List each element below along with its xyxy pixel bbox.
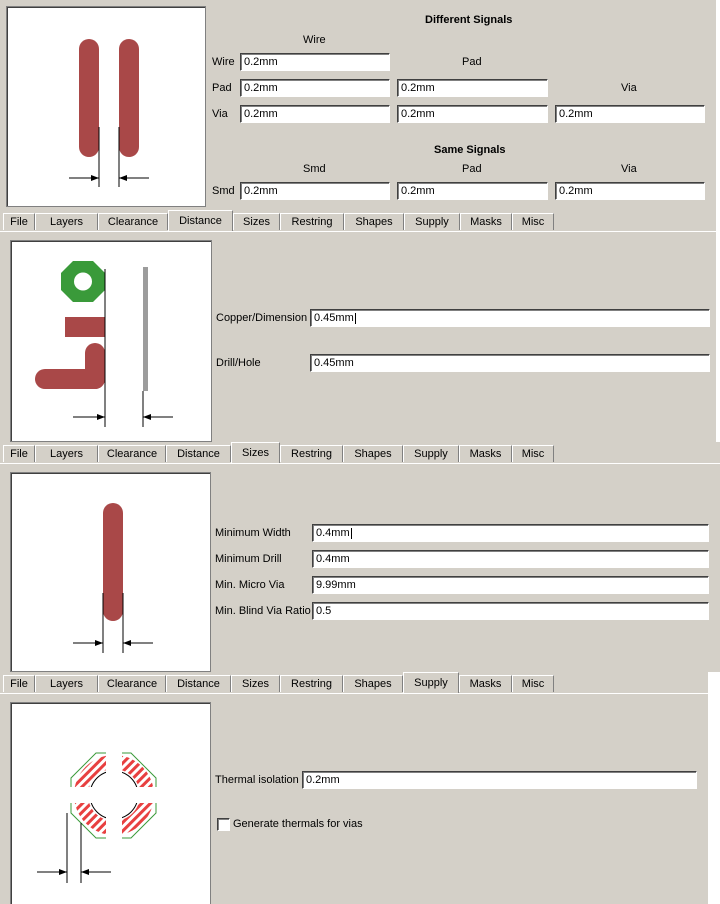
text-caret: [350, 527, 352, 539]
tab-bar-sizes: File Layers Clearance Distance Sizes Res…: [0, 442, 720, 464]
distance-preview: [10, 240, 212, 442]
tab-masks[interactable]: Masks: [459, 675, 512, 692]
copper-dimension-field[interactable]: 0.45mm: [310, 309, 710, 327]
thermal-isolation-label: Thermal isolation: [215, 774, 299, 786]
same-signals-title: Same Signals: [434, 144, 506, 156]
tab-layers[interactable]: Layers: [35, 675, 98, 692]
tab-supply[interactable]: Supply: [403, 445, 459, 462]
tab-file[interactable]: File: [3, 213, 35, 230]
minimum-drill-label: Minimum Drill: [215, 553, 282, 565]
min-micro-via-field[interactable]: 9.99mm: [312, 576, 709, 594]
tab-misc[interactable]: Misc: [512, 675, 554, 692]
tab-distance[interactable]: Distance: [166, 445, 231, 462]
minimum-drill-field[interactable]: 0.4mm: [312, 550, 709, 568]
tab-bar-distance: File Layers Clearance Distance Sizes Res…: [0, 210, 716, 232]
supply-preview: [10, 702, 211, 904]
distance-illustration: [35, 261, 173, 427]
wire-track-left: [79, 39, 99, 157]
wire-track-right: [119, 39, 139, 157]
tab-supply[interactable]: Supply: [403, 672, 459, 693]
minimum-width-value: 0.4mm: [316, 527, 350, 539]
clearance-panel: Different Signals Wire Pad Via Wire 0.2m…: [0, 0, 716, 210]
different-signals-title: Different Signals: [425, 14, 513, 26]
same-col-pad-header: Pad: [462, 163, 482, 175]
tab-shapes[interactable]: Shapes: [344, 213, 404, 230]
tab-restring[interactable]: Restring: [280, 675, 343, 692]
tab-sizes[interactable]: Sizes: [231, 442, 280, 463]
same-col-smd-header: Smd: [303, 163, 326, 175]
tab-clearance[interactable]: Clearance: [98, 675, 166, 692]
tab-distance[interactable]: Distance: [166, 675, 231, 692]
generate-thermals-checkbox[interactable]: [217, 818, 230, 831]
track-horizontal: [35, 369, 105, 389]
minimum-width-label: Minimum Width: [215, 527, 291, 539]
pad-pad-field[interactable]: 0.2mm: [397, 79, 548, 97]
row-via-label: Via: [212, 108, 228, 120]
same-col-via-header: Via: [621, 163, 637, 175]
tab-file[interactable]: File: [3, 445, 35, 462]
text-caret: [354, 312, 356, 324]
copper-dimension-value: 0.45mm: [314, 312, 354, 324]
row-smd-label: Smd: [212, 185, 235, 197]
min-blind-via-ratio-field[interactable]: 0.5: [312, 602, 709, 620]
col-via-header: Via: [621, 82, 637, 94]
tab-clearance[interactable]: Clearance: [98, 445, 166, 462]
wire-wire-field[interactable]: 0.2mm: [240, 53, 390, 71]
sizes-panel: Minimum Width 0.4mm Minimum Drill 0.4mm …: [0, 464, 720, 672]
min-width-track: [103, 503, 123, 621]
tab-supply[interactable]: Supply: [404, 213, 460, 230]
tab-sizes[interactable]: Sizes: [231, 675, 280, 692]
tab-shapes[interactable]: Shapes: [343, 675, 403, 692]
col-pad-header: Pad: [462, 56, 482, 68]
dimension-line: [143, 267, 148, 391]
tab-masks[interactable]: Masks: [459, 445, 512, 462]
tab-layers[interactable]: Layers: [35, 445, 98, 462]
drill-hole-label: Drill/Hole: [216, 357, 261, 369]
via-pad-field[interactable]: 0.2mm: [397, 105, 548, 123]
copper-dimension-label: Copper/Dimension: [216, 312, 308, 324]
sizes-preview: [10, 472, 211, 672]
tab-sizes[interactable]: Sizes: [233, 213, 280, 230]
supply-illustration: [37, 751, 160, 883]
minimum-width-field[interactable]: 0.4mm: [312, 524, 709, 542]
via-wire-field[interactable]: 0.2mm: [240, 105, 390, 123]
sizes-illustration: [73, 503, 153, 653]
tab-layers[interactable]: Layers: [35, 213, 98, 230]
tab-masks[interactable]: Masks: [460, 213, 512, 230]
rect-pad: [65, 317, 105, 337]
tab-bar-supply: File Layers Clearance Distance Sizes Res…: [0, 672, 708, 694]
via-via-field[interactable]: 0.2mm: [555, 105, 705, 123]
min-micro-via-label: Min. Micro Via: [215, 579, 285, 591]
supply-panel: Thermal isolation 0.2mm Generate thermal…: [0, 694, 708, 904]
col-wire-header: Wire: [303, 34, 326, 46]
tab-misc[interactable]: Misc: [512, 445, 554, 462]
thermal-isolation-field[interactable]: 0.2mm: [302, 771, 697, 789]
smd-smd-field[interactable]: 0.2mm: [240, 182, 390, 200]
tab-clearance[interactable]: Clearance: [98, 213, 168, 230]
clearance-illustration: [69, 39, 149, 187]
row-wire-label: Wire: [212, 56, 235, 68]
min-blind-via-ratio-label: Min. Blind Via Ratio: [215, 605, 311, 617]
smd-via-field[interactable]: 0.2mm: [555, 182, 705, 200]
tab-misc[interactable]: Misc: [512, 213, 554, 230]
tab-distance[interactable]: Distance: [168, 210, 233, 231]
drill-hole-field[interactable]: 0.45mm: [310, 354, 710, 372]
tab-restring[interactable]: Restring: [280, 445, 343, 462]
tab-restring[interactable]: Restring: [280, 213, 344, 230]
tab-shapes[interactable]: Shapes: [343, 445, 403, 462]
generate-thermals-label[interactable]: Generate thermals for vias: [233, 818, 363, 830]
row-pad-label: Pad: [212, 82, 232, 94]
pad-wire-field[interactable]: 0.2mm: [240, 79, 390, 97]
clearance-preview: [6, 6, 206, 207]
smd-pad-field[interactable]: 0.2mm: [397, 182, 548, 200]
distance-panel: Copper/Dimension 0.45mm Drill/Hole 0.45m…: [0, 232, 716, 442]
tab-file[interactable]: File: [3, 675, 35, 692]
